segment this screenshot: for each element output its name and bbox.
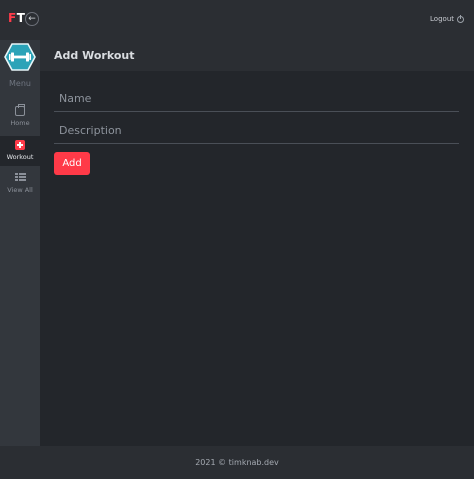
- dumbbell-hexagon-logo-icon[interactable]: [4, 43, 36, 71]
- sidebar: Menu Home Workout View All: [0, 40, 40, 446]
- sidebar-item-home[interactable]: Home: [0, 102, 40, 132]
- description-field-wrapper: [54, 118, 459, 144]
- logout-label: Logout: [430, 15, 454, 23]
- sidebar-item-label: View All: [7, 186, 33, 194]
- sidebar-item-label: Workout: [6, 153, 34, 161]
- footer: 2021 © timknab.dev: [0, 446, 474, 479]
- arrow-left-icon: ←: [28, 13, 36, 24]
- menu-title: Menu: [9, 79, 31, 88]
- brand-letter-f: F: [8, 11, 17, 25]
- description-input[interactable]: [54, 118, 459, 143]
- add-button[interactable]: Add: [54, 152, 90, 175]
- collapse-sidebar-button[interactable]: ←: [25, 12, 39, 26]
- content-header: Add Workout: [40, 40, 474, 71]
- list-icon: [15, 173, 26, 183]
- logout-link[interactable]: Logout: [430, 14, 464, 23]
- page-title: Add Workout: [54, 49, 135, 62]
- sidebar-item-label: Home: [10, 119, 30, 127]
- power-icon: [457, 14, 464, 23]
- home-icon: [15, 104, 25, 116]
- brand-logo-text[interactable]: FT: [8, 11, 25, 25]
- name-input[interactable]: [54, 86, 459, 111]
- footer-copyright: 2021 © timknab.dev: [195, 458, 279, 467]
- sidebar-item-workout[interactable]: Workout: [0, 136, 40, 166]
- name-field-wrapper: [54, 86, 459, 112]
- sidebar-item-view-all[interactable]: View All: [0, 169, 40, 199]
- plus-square-icon: [15, 140, 25, 150]
- top-bar: FT ← Logout: [0, 0, 474, 40]
